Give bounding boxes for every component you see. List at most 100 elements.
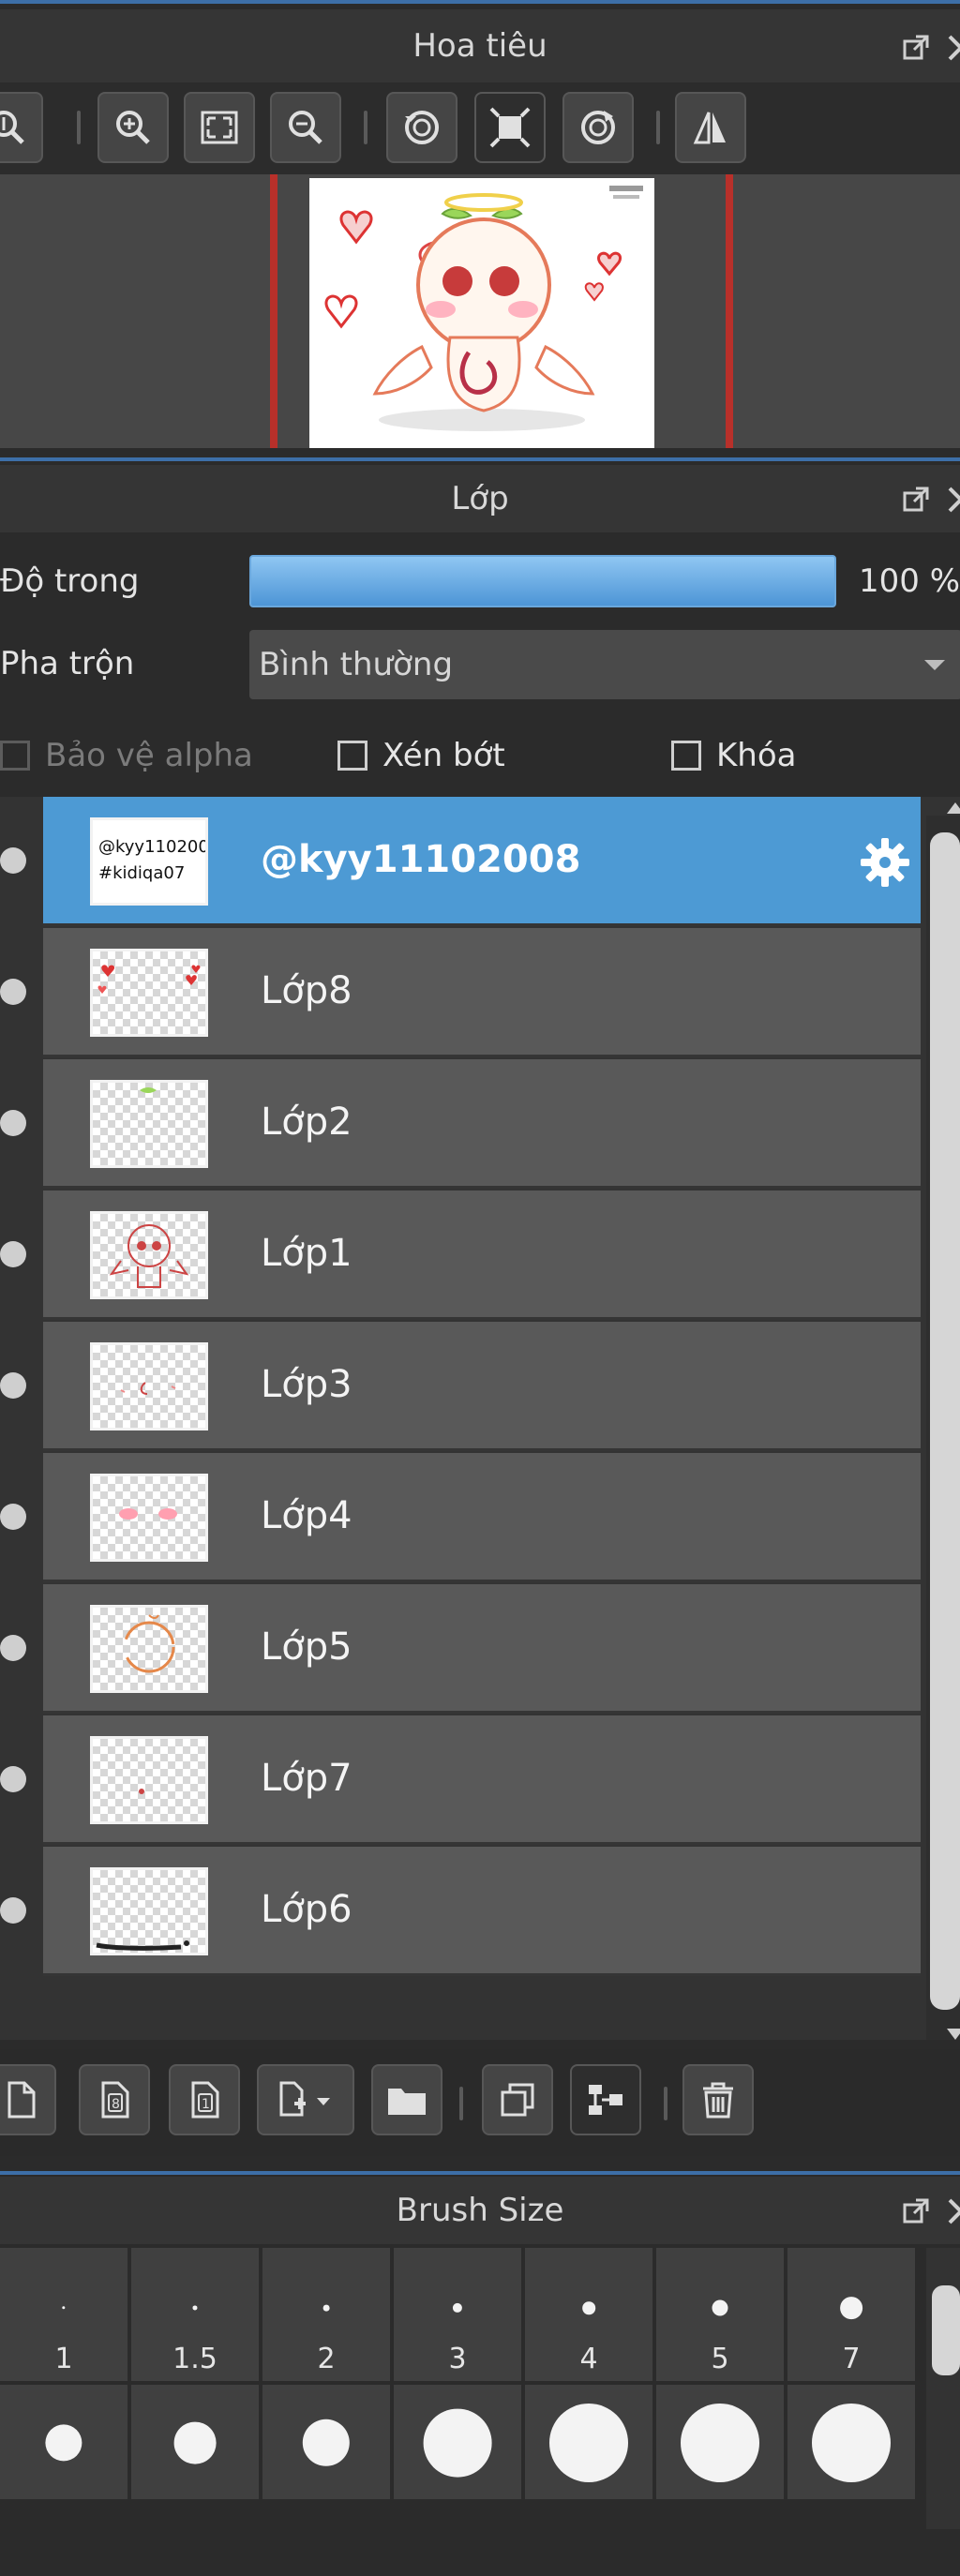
fit-canvas-icon[interactable] [474,92,546,163]
navigator-toolbar [0,82,960,174]
layer-row-lop8[interactable]: Lớp8 [0,928,921,1057]
opacity-slider-fill [251,557,834,606]
brush-size-label: 7 [842,2343,861,2375]
zoom-out-icon[interactable] [270,92,341,163]
layer-row-body[interactable]: Lớp2 [43,1059,921,1189]
fit-screen-icon[interactable] [184,92,255,163]
clipping-label: Xén bớt [382,737,505,774]
opacity-value: 100 % [859,562,960,600]
layer-row-lop4[interactable]: Lớp4 [0,1453,921,1582]
new-folder-icon[interactable] [371,2064,442,2135]
layer-row-body[interactable]: Lớp6 [43,1847,921,1976]
checkbox-box [338,741,368,771]
layer-row-lop2[interactable]: Lớp2 [0,1059,921,1189]
opacity-slider[interactable] [249,555,836,607]
brush-size-label: 3 [448,2343,467,2375]
layer-row-lop5[interactable]: Lớp5 [0,1584,921,1714]
visibility-toggle-icon[interactable] [0,979,26,1005]
new-8bit-layer-icon[interactable]: 8 [79,2064,150,2135]
brush-size-cell[interactable] [262,2385,390,2499]
brush-size-cell[interactable]: 1.5 [131,2248,259,2381]
visibility-toggle-icon[interactable] [0,1635,26,1661]
close-icon[interactable] [947,33,960,61]
visibility-toggle-icon[interactable] [0,1372,26,1399]
popout-icon[interactable] [902,2196,930,2224]
visibility-toggle-icon[interactable] [0,1766,26,1792]
popout-icon[interactable] [902,33,930,61]
brush-dot [452,2302,463,2314]
lock-checkbox[interactable]: Khóa [671,737,796,774]
brush-size-title: Brush Size [396,2192,564,2229]
brush-size-cell[interactable] [0,2385,128,2499]
brush-dot [302,2419,351,2467]
brush-size-cell[interactable]: 7 [788,2248,915,2381]
layer-row-lop7[interactable]: Lớp7 [0,1715,921,1845]
toolbar-divider [77,111,81,144]
layer-row-lop6[interactable]: Lớp6 [0,1847,921,1976]
blend-mode-select[interactable]: Bình thường [249,630,960,699]
popout-icon[interactable] [902,485,930,513]
layer-row-body[interactable]: Lớp8 [43,928,921,1057]
visibility-toggle-icon[interactable] [0,1241,26,1267]
new-1bit-layer-icon[interactable]: 1 [169,2064,240,2135]
layer-thumbnail [90,949,208,1037]
zoom-actual-icon[interactable] [0,92,43,163]
panel-accent-line [0,2171,960,2175]
clipping-checkbox[interactable]: Xén bớt [338,737,505,774]
brush-size-cell[interactable] [394,2385,521,2499]
merge-down-icon[interactable] [570,2064,641,2135]
brush-dot [812,2404,891,2482]
protect-alpha-checkbox[interactable]: Bảo vệ alpha [0,737,253,774]
brush-size-grid: 1 1.5 2 3 4 5 7 [0,2248,915,2529]
scroll-up-arrow-icon[interactable] [947,802,960,814]
layer-row-body[interactable]: Lớp3 [43,1322,921,1451]
brush-size-cell[interactable]: 5 [656,2248,784,2381]
duplicate-layer-icon[interactable] [482,2064,553,2135]
layer-thumbnail [90,1211,208,1299]
brush-scrollbar-thumb[interactable] [932,2285,960,2375]
layer-name: Lớp6 [261,1888,352,1931]
flip-horizontal-icon[interactable] [675,92,746,163]
brush-size-cell[interactable]: 4 [525,2248,652,2381]
close-icon[interactable] [947,2196,960,2224]
checkbox-box [671,741,701,771]
gear-icon[interactable] [859,836,911,889]
add-layer-dropdown-icon[interactable] [257,2064,354,2135]
layer-row-lop3[interactable]: Lớp3 [0,1322,921,1451]
layer-row-body[interactable]: Lớp4 [43,1453,921,1582]
brush-size-cell[interactable]: 1 [0,2248,128,2381]
visibility-toggle-icon[interactable] [0,1897,26,1924]
close-icon[interactable] [947,485,960,513]
layer-thumbnail [90,1867,208,1955]
brush-size-cell[interactable] [656,2385,784,2499]
zoom-in-icon[interactable] [98,92,169,163]
brush-size-label: 4 [579,2343,598,2375]
layer-row-kyy11102008[interactable]: @kyy1102008 #kidiqa07 @kyy11102008 [0,797,921,926]
navigator-title-bar: Hoa tiêu [0,9,960,82]
layer-row-lop1[interactable]: Lớp1 [0,1191,921,1320]
brush-size-cell[interactable] [525,2385,652,2499]
brush-size-label: 1 [54,2343,73,2375]
layer-row-body[interactable]: Lớp5 [43,1584,921,1714]
brush-size-cell[interactable] [788,2385,915,2499]
chevron-down-icon [924,660,945,670]
navigator-frame-left [270,174,278,448]
layer-row-body[interactable]: @kyy1102008 #kidiqa07 @kyy11102008 [43,797,921,926]
layer-scrollbar-thumb[interactable] [930,832,960,2010]
brush-size-label: 1.5 [172,2343,218,2375]
visibility-toggle-icon[interactable] [0,1504,26,1530]
rotate-right-icon[interactable] [562,92,634,163]
rotate-left-icon[interactable] [386,92,458,163]
brush-dot [62,2306,66,2310]
visibility-toggle-icon[interactable] [0,847,26,874]
brush-size-cell[interactable]: 3 [394,2248,521,2381]
delete-layer-icon[interactable] [682,2064,754,2135]
layer-row-body[interactable]: Lớp7 [43,1715,921,1845]
visibility-toggle-icon[interactable] [0,1110,26,1136]
brush-size-cell[interactable]: 2 [262,2248,390,2381]
brush-size-cell[interactable] [131,2385,259,2499]
layer-row-body[interactable]: Lớp1 [43,1191,921,1320]
new-layer-icon[interactable] [0,2064,56,2135]
brush-dot [549,2404,628,2482]
scroll-down-arrow-icon[interactable] [947,2029,960,2040]
